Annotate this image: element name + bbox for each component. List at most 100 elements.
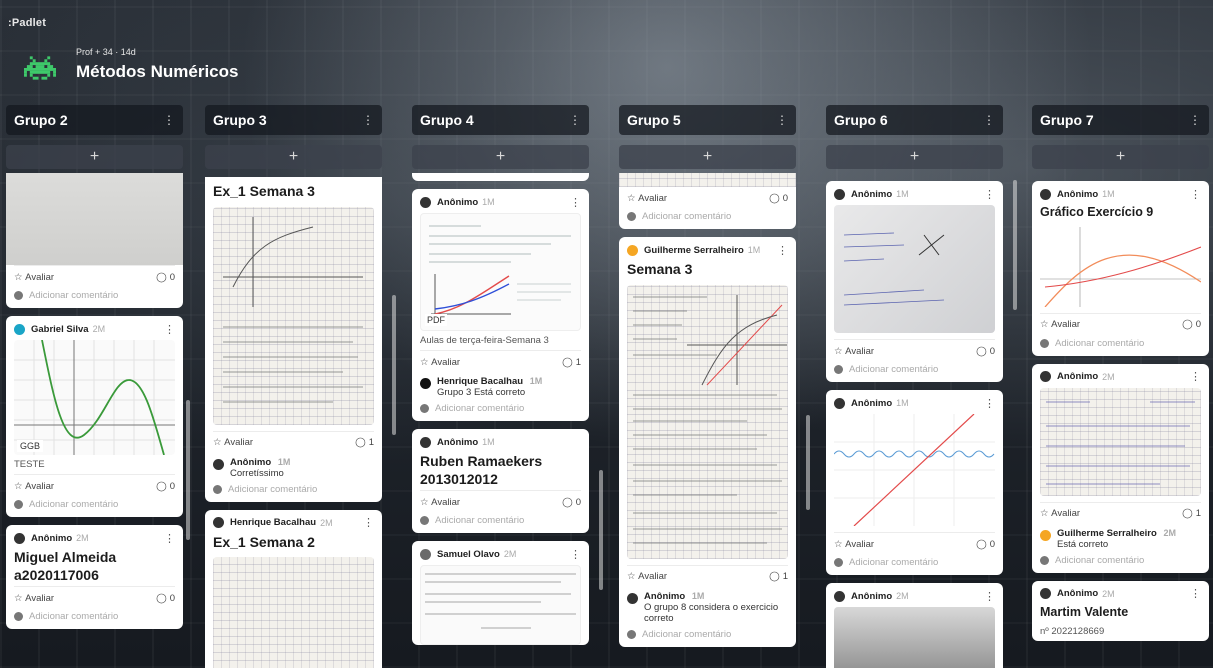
add-comment-row[interactable]: Adicionar comentário [826, 555, 1003, 575]
add-post-button[interactable]: + [205, 145, 382, 169]
post-card[interactable]: Ex_1 Semana 3 ☆ Avaliar ◯ 1 Anônimo 1M Co [205, 177, 382, 502]
add-comment-row[interactable]: Adicionar comentário [619, 627, 796, 647]
add-comment-row[interactable]: Adicionar comentário [412, 401, 589, 421]
rate-button[interactable]: Avaliar [1051, 319, 1080, 330]
post-menu-icon[interactable]: ⋮ [984, 397, 995, 410]
padlet-logo[interactable]: :Padlet [8, 17, 46, 29]
post-card[interactable]: Anônimo 1M ⋮ ☆ Avaliar ◯ 0 Adicionar come… [826, 181, 1003, 382]
comment-count[interactable]: ◯ 1 [355, 437, 374, 448]
add-post-button[interactable]: + [1032, 145, 1209, 169]
column-menu-icon[interactable]: ⋮ [776, 113, 788, 127]
add-comment-row[interactable]: Adicionar comentário [6, 609, 183, 629]
star-icon[interactable]: ☆ [834, 346, 845, 357]
post-image[interactable] [627, 284, 788, 559]
post-menu-icon[interactable]: ⋮ [570, 548, 581, 561]
comment-count[interactable]: ◯ 0 [156, 272, 175, 283]
post-card[interactable]: ☆ Avaliar ◯ 0 Adicionar comentário [619, 173, 796, 229]
post-card[interactable]: Anônimo 2M ⋮ Martim Valente nº 202212866… [1032, 580, 1209, 642]
comment-count[interactable]: ◯ 0 [156, 481, 175, 492]
post-card[interactable]: Anônimo 1M ⋮ PDF Aulas de terça-feira-Se… [412, 189, 589, 421]
comment-count[interactable]: ◯ 0 [156, 593, 175, 604]
post-card[interactable]: Gabriel Silva 2M ⋮ GGB TESTE ☆ Avaliar ◯… [6, 316, 183, 517]
rate-button[interactable]: Avaliar [25, 481, 54, 492]
post-menu-icon[interactable]: ⋮ [984, 590, 995, 603]
post-menu-icon[interactable]: ⋮ [1190, 370, 1201, 383]
column-menu-icon[interactable]: ⋮ [362, 113, 374, 127]
star-icon[interactable]: ☆ [420, 357, 431, 368]
column-scrollbar[interactable] [1013, 180, 1017, 310]
add-comment-row[interactable]: Adicionar comentário [1032, 336, 1209, 356]
comment-count[interactable]: ◯ 0 [769, 193, 788, 204]
add-comment-row[interactable]: Adicionar comentário [1032, 553, 1209, 573]
post-card[interactable]: Anônimo 1M Ruben Ramaekers 2013012012 ☆ … [412, 429, 589, 533]
comment-count[interactable]: ◯ 0 [976, 346, 995, 357]
star-icon[interactable]: ☆ [1040, 319, 1051, 330]
add-comment-row[interactable]: Adicionar comentário [619, 209, 796, 229]
column-scrollbar[interactable] [806, 415, 810, 510]
post-menu-icon[interactable]: ⋮ [164, 532, 175, 545]
post-menu-icon[interactable]: ⋮ [570, 196, 581, 209]
add-comment-row[interactable]: Adicionar comentário [205, 482, 382, 502]
rate-button[interactable]: Avaliar [25, 593, 54, 604]
rate-button[interactable]: Avaliar [638, 571, 667, 582]
add-comment-row[interactable]: Adicionar comentário [6, 497, 183, 517]
column-menu-icon[interactable]: ⋮ [163, 113, 175, 127]
rate-button[interactable]: Avaliar [845, 346, 874, 357]
post-image[interactable] [213, 206, 374, 425]
post-menu-icon[interactable]: ⋮ [164, 323, 175, 336]
rate-button[interactable]: Avaliar [638, 193, 667, 204]
post-card[interactable]: Henrique Bacalhau 2M ⋮ Ex_1 Semana 2 [205, 509, 382, 668]
post-card[interactable]: Anônimo 2M ⋮ Miguel Almeida a2020117006 … [6, 525, 183, 629]
star-icon[interactable]: ☆ [14, 593, 25, 604]
post-menu-icon[interactable]: ⋮ [984, 188, 995, 201]
post-menu-icon[interactable]: ⋮ [1190, 587, 1201, 600]
column-scrollbar[interactable] [392, 295, 396, 435]
column-menu-icon[interactable]: ⋮ [1189, 113, 1201, 127]
column-scrollbar[interactable] [186, 400, 190, 540]
rate-button[interactable]: Avaliar [25, 272, 54, 283]
post-menu-icon[interactable]: ⋮ [1190, 188, 1201, 201]
rate-button[interactable]: Avaliar [845, 539, 874, 550]
rate-button[interactable]: Avaliar [431, 497, 460, 508]
comment-count[interactable]: ◯ 1 [1182, 508, 1201, 519]
star-icon[interactable]: ☆ [627, 193, 638, 204]
rate-button[interactable]: Avaliar [224, 437, 253, 448]
post-image[interactable] [619, 173, 796, 187]
post-image[interactable] [1040, 387, 1201, 496]
post-image[interactable] [420, 565, 581, 645]
comment-count[interactable]: ◯ 1 [769, 571, 788, 582]
add-comment-row[interactable]: Adicionar comentário [6, 288, 183, 308]
add-post-button[interactable]: + [826, 145, 1003, 169]
add-post-button[interactable]: + [619, 145, 796, 169]
star-icon[interactable]: ☆ [834, 539, 845, 550]
post-graph-image[interactable]: GGB [14, 340, 175, 455]
post-card-partial[interactable] [412, 173, 589, 181]
rate-button[interactable]: Avaliar [431, 357, 460, 368]
add-post-button[interactable]: + [412, 145, 589, 169]
post-card[interactable]: Anônimo 2M ⋮ [826, 583, 1003, 668]
post-menu-icon[interactable]: ⋮ [777, 244, 788, 257]
post-pdf-preview[interactable]: PDF [420, 213, 581, 331]
post-card[interactable]: Samuel Olavo 2M ⋮ [412, 541, 589, 645]
post-image[interactable] [213, 557, 374, 668]
post-card[interactable]: ☆ Avaliar ◯ 0 Adicionar comentário [6, 173, 183, 308]
rate-button[interactable]: Avaliar [1051, 508, 1080, 519]
post-image[interactable] [6, 173, 183, 265]
add-post-button[interactable]: + [6, 145, 183, 169]
star-icon[interactable]: ☆ [14, 481, 25, 492]
star-icon[interactable]: ☆ [14, 272, 25, 283]
star-icon[interactable]: ☆ [627, 571, 638, 582]
post-card[interactable]: Guilherme Serralheiro 1M ⋮ Semana 3 ☆ Av… [619, 237, 796, 647]
post-image[interactable] [834, 205, 995, 333]
post-card[interactable]: Anônimo 2M ⋮ ☆ Avaliar ◯ 1 Guilherme Ser… [1032, 363, 1209, 573]
post-graph-image[interactable] [834, 414, 995, 526]
comment-count[interactable]: ◯ 0 [562, 497, 581, 508]
comment-count[interactable]: ◯ 0 [976, 539, 995, 550]
column-menu-icon[interactable]: ⋮ [983, 113, 995, 127]
comment-count[interactable]: ◯ 0 [1182, 319, 1201, 330]
add-comment-row[interactable]: Adicionar comentário [826, 362, 1003, 382]
column-scrollbar[interactable] [599, 470, 603, 590]
star-icon[interactable]: ☆ [420, 497, 431, 508]
comment-count[interactable]: ◯ 1 [562, 357, 581, 368]
star-icon[interactable]: ☆ [213, 437, 224, 448]
